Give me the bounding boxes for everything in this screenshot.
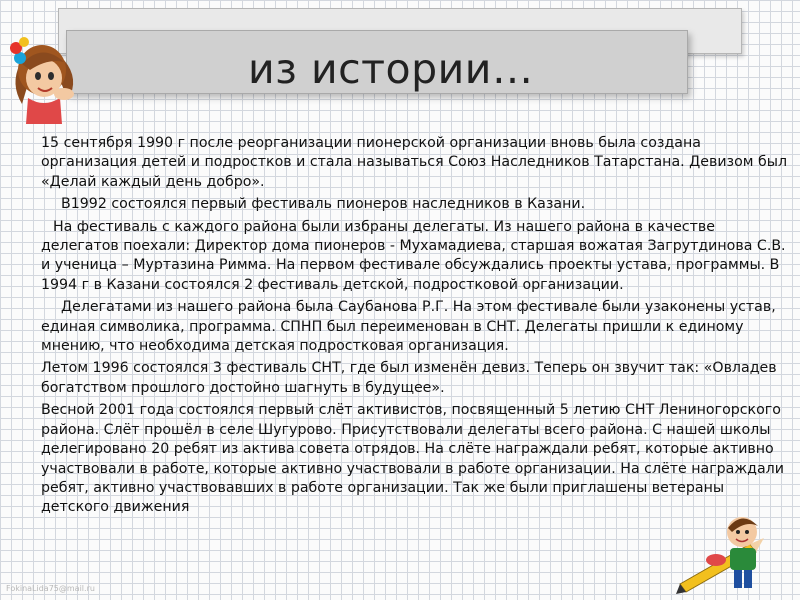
watermark: FokinaLida75@mail.ru: [6, 584, 95, 593]
paragraph: Летом 1996 состоялся 3 фестиваль СНТ, гд…: [41, 360, 777, 396]
slide-title: из истории…: [248, 45, 534, 93]
paragraph: Делегатами из нашего района была Саубано…: [41, 299, 776, 355]
cartoon-kid-with-pencil-icon: [676, 517, 764, 594]
paragraph: 15 сентября 1990 г после реорганизации п…: [41, 135, 788, 190]
cartoon-girl-icon: [10, 37, 74, 124]
paragraph: Весной 2001 года состоялся первый слёт а…: [41, 402, 784, 516]
paragraph: В1992 состоялся первый фестиваль пионеро…: [61, 196, 586, 213]
paragraph: На фестиваль с каждого района были избра…: [41, 218, 786, 293]
content-area: 15 сентября 1990 г после реорганизации п…: [41, 134, 791, 521]
